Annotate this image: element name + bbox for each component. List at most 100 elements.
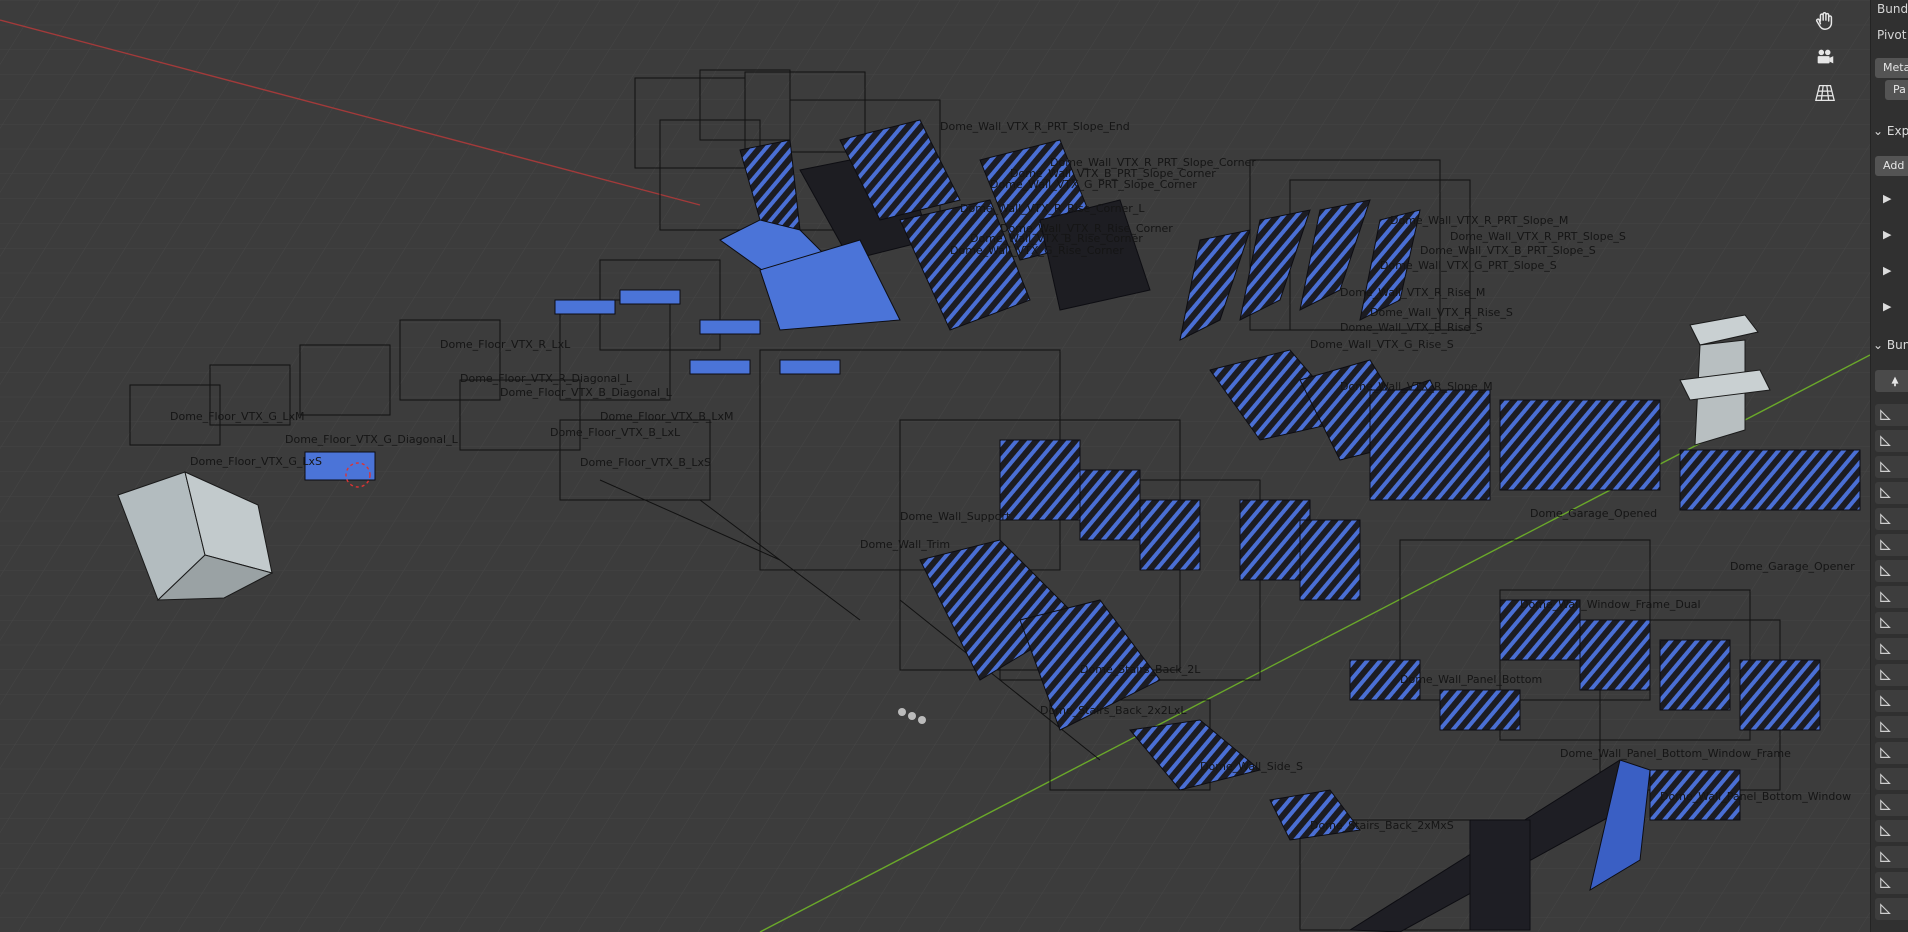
label: Dome_Floor_VTX_B_Diagonal_L: [500, 386, 673, 399]
bundle-item[interactable]: [1875, 898, 1908, 920]
label: Dome_Stairs_Back_2x2LxL: [1040, 704, 1187, 717]
bundle-item[interactable]: [1875, 664, 1908, 686]
mesh-object-icon: [1880, 773, 1891, 784]
label: Dome_Floor_VTX_R_LxL: [440, 338, 571, 351]
bundle-item[interactable]: [1875, 768, 1908, 790]
hand-icon: [1816, 12, 1833, 30]
add-button[interactable]: Add: [1875, 156, 1908, 176]
subpanel-3[interactable]: ▶: [1883, 264, 1891, 277]
mesh-object-icon: [1880, 721, 1891, 732]
mesh-object-icon: [1880, 747, 1891, 758]
pa-button[interactable]: Pa: [1885, 80, 1908, 100]
label: Dome_Floor_VTX_B_LxL: [550, 426, 681, 439]
label: Dome_Wall_VTX_R_PRT_Slope_M: [1390, 214, 1568, 227]
label: Dome_Wall_VTX_G_Rise_S: [1310, 338, 1454, 351]
label: Dome_Floor_VTX_G_Diagonal_L: [285, 433, 459, 446]
bundle-tool-button[interactable]: [1875, 370, 1908, 392]
label: Dome_Floor_VTX_B_LxS: [580, 456, 711, 469]
pivot-label: Pivot: [1877, 28, 1907, 42]
label: Dome_Wall_Panel_Bottom_Window: [1660, 790, 1851, 803]
mesh-object-icon: [1880, 877, 1891, 888]
label: Dome_Wall_VTX_R_PRT_Slope_End: [940, 120, 1130, 133]
chevron-right-icon: ▶: [1883, 300, 1892, 313]
label: Dome_Stairs_Back_2L: [1080, 663, 1201, 676]
grid-icon: [1815, 85, 1835, 101]
bundle-item[interactable]: [1875, 430, 1908, 452]
camera-icon: [1817, 49, 1834, 64]
label: Dome_Wall_Support: [900, 510, 1011, 523]
mesh-object-icon: [1880, 695, 1891, 706]
camera-view-button[interactable]: [1808, 42, 1842, 72]
bundle-label: Bundle: [1877, 2, 1908, 16]
chevron-down-icon: ⌄: [1873, 338, 1884, 352]
label: Dome_Floor_VTX_G_LxM: [170, 410, 304, 423]
mesh-object-icon: [1880, 643, 1891, 654]
mesh-object-icon: [1880, 487, 1891, 498]
mesh-object-icon: [1880, 409, 1891, 420]
mesh-object-icon: [1880, 851, 1891, 862]
lamp-icon: [1891, 376, 1899, 387]
label: Dome_Floor_VTX_B_LxM: [600, 410, 734, 423]
chevron-down-icon: ⌄: [1873, 124, 1884, 138]
label: Dome_Garage_Opener: [1730, 560, 1855, 573]
label: Dome_Wall_VTX_R_PRT_Slope_S: [1450, 230, 1626, 243]
chevron-right-icon: ▶: [1883, 228, 1892, 241]
bundle-item[interactable]: [1875, 508, 1908, 530]
bundle-item[interactable]: [1875, 534, 1908, 556]
bundle-item[interactable]: [1875, 716, 1908, 738]
label: Dome_Wall_VTX_G_PRT_Slope_S: [1380, 259, 1557, 272]
label: Dome_Wall_VTX_R_Rise_Corner_L: [960, 202, 1145, 215]
bundle-item[interactable]: [1875, 404, 1908, 426]
meta-button[interactable]: Meta: [1875, 58, 1908, 78]
subpanel-4[interactable]: ▶: [1883, 300, 1891, 313]
mesh-object-icon: [1880, 825, 1891, 836]
mesh-object-icon: [1880, 435, 1891, 446]
mesh-object-icon: [1880, 669, 1891, 680]
scene-canvas[interactable]: Dome_Wall_VTX_R_PRT_Slope_End Dome_Wall_…: [0, 0, 1870, 932]
label: Dome_Garage_Opened: [1530, 507, 1657, 520]
bundle-item[interactable]: [1875, 820, 1908, 842]
bundle-item[interactable]: [1875, 794, 1908, 816]
mesh-object-icon: [1880, 591, 1891, 602]
label: Dome_Floor_VTX_R_Diagonal_L: [460, 372, 633, 385]
bundle-item[interactable]: [1875, 586, 1908, 608]
export-section-header[interactable]: ⌄ Exp: [1873, 124, 1908, 138]
label: Dome_Floor_VTX_G_LxS: [190, 455, 322, 468]
bundle-item[interactable]: [1875, 872, 1908, 894]
mesh-object-icon: [1880, 565, 1891, 576]
label: Dome_Wall_Window_Frame_Dual: [1520, 598, 1701, 611]
mesh-object-icon: [1880, 539, 1891, 550]
label: Dome_Wall_Trim: [860, 538, 950, 551]
label: Dome_Wall_VTX_R_Slope_M: [1340, 380, 1493, 393]
bundle-item[interactable]: [1875, 612, 1908, 634]
pan-button[interactable]: [1808, 6, 1842, 36]
bundle-item[interactable]: [1875, 846, 1908, 868]
n-panel-sidebar[interactable]: Bundle Pivot Meta Pa ⌄ Exp Add ▶ ▶ ▶ ▶ ⌄…: [1870, 0, 1908, 932]
chevron-right-icon: ▶: [1883, 192, 1892, 205]
3d-viewport[interactable]: Dome_Wall_VTX_R_PRT_Slope_End Dome_Wall_…: [0, 0, 1870, 932]
bundle-item[interactable]: [1875, 482, 1908, 504]
bundle-item[interactable]: [1875, 690, 1908, 712]
bundle-item[interactable]: [1875, 560, 1908, 582]
chevron-right-icon: ▶: [1883, 264, 1892, 277]
bundle-item[interactable]: [1875, 638, 1908, 660]
label: Dome_Wall_VTX_B_PRT_Slope_S: [1420, 244, 1596, 257]
mesh-object-icon: [1880, 617, 1891, 628]
mesh-object-icon: [1880, 903, 1891, 914]
label: Dome_Wall_Panel_Bottom: [1400, 673, 1542, 686]
label: Dome_Wall_VTX_G_PRT_Slope_Corner: [990, 178, 1197, 191]
label: Dome_Wall_VTX_G_Rise_Corner: [950, 244, 1124, 257]
label: Dome_Wall_Side_S: [1200, 760, 1303, 773]
mesh-object-icon: [1880, 513, 1891, 524]
subpanel-2[interactable]: ▶: [1883, 228, 1891, 241]
bundle-list: [1875, 404, 1908, 924]
perspective-toggle-button[interactable]: [1808, 78, 1842, 108]
bundle-item[interactable]: [1875, 456, 1908, 478]
subpanel-1[interactable]: ▶: [1883, 192, 1891, 205]
bundle-item[interactable]: [1875, 742, 1908, 764]
mesh-object-icon: [1880, 461, 1891, 472]
navigation-gizmo: [1808, 6, 1846, 108]
bundles-section-header[interactable]: ⌄ Bun: [1873, 338, 1908, 352]
label: Dome_Wall_Panel_Bottom_Window_Frame: [1560, 747, 1791, 760]
export-section-label: Exp: [1886, 124, 1908, 138]
